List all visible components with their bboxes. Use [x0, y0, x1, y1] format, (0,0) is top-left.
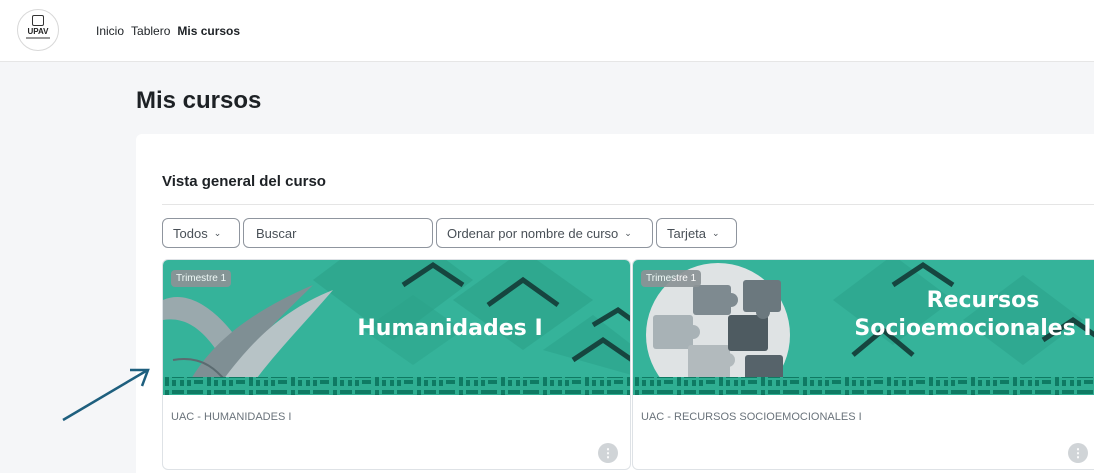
site-logo[interactable]: UPAV	[17, 9, 59, 51]
sort-dropdown[interactable]: Ordenar por nombre de curso ⌄	[436, 218, 653, 248]
sort-label: Ordenar por nombre de curso	[447, 225, 619, 241]
banner-title-line-1: Recursos	[927, 288, 1040, 313]
nav-mis-cursos[interactable]: Mis cursos	[177, 24, 240, 38]
nav-tablero[interactable]: Tablero	[131, 24, 170, 38]
divider	[162, 204, 1094, 205]
term-badge: Trimestre 1	[641, 270, 702, 287]
course-card-recursos-socioemocionales[interactable]: Recursos Socioemocionales I Trimestre 1 …	[632, 259, 1094, 470]
filter-label: Todos	[173, 225, 208, 241]
course-card-humanidades[interactable]: Humanidades I Trimestre 1 UAC - HUMANIDA…	[162, 259, 631, 470]
page-title: Mis cursos	[136, 87, 262, 114]
annotation-arrow-icon	[62, 368, 150, 422]
panel-title: Vista general del curso	[162, 173, 326, 190]
banner-title-line-2: Socioemocionales I	[854, 316, 1091, 341]
course-name[interactable]: UAC - HUMANIDADES I	[171, 411, 291, 423]
course-banner-image[interactable]: Humanidades I	[163, 260, 631, 395]
course-banner-image[interactable]: Recursos Socioemocionales I	[633, 260, 1094, 395]
chevron-down-icon: ⌄	[712, 227, 720, 238]
course-overview-panel: Vista general del curso Todos ⌄ Buscar O…	[136, 134, 1094, 473]
view-label: Tarjeta	[667, 225, 707, 241]
banner-title: Humanidades I	[357, 316, 542, 341]
chevron-down-icon: ⌄	[624, 227, 632, 238]
filter-dropdown[interactable]: Todos ⌄	[162, 218, 240, 248]
more-options-icon[interactable]: ⋮	[598, 443, 618, 463]
search-placeholder: Buscar	[256, 225, 297, 241]
search-input[interactable]: Buscar	[243, 218, 433, 248]
chevron-down-icon: ⌄	[213, 227, 222, 238]
course-name[interactable]: UAC - RECURSOS SOCIOEMOCIONALES I	[641, 411, 862, 423]
view-dropdown[interactable]: Tarjeta ⌄	[656, 218, 737, 248]
nav-inicio[interactable]: Inicio	[96, 24, 124, 38]
more-options-icon[interactable]: ⋮	[1068, 443, 1088, 463]
term-badge: Trimestre 1	[171, 270, 232, 287]
primary-nav: Inicio Tablero Mis cursos	[96, 24, 240, 38]
top-navbar: UPAV Inicio Tablero Mis cursos	[0, 0, 1094, 62]
